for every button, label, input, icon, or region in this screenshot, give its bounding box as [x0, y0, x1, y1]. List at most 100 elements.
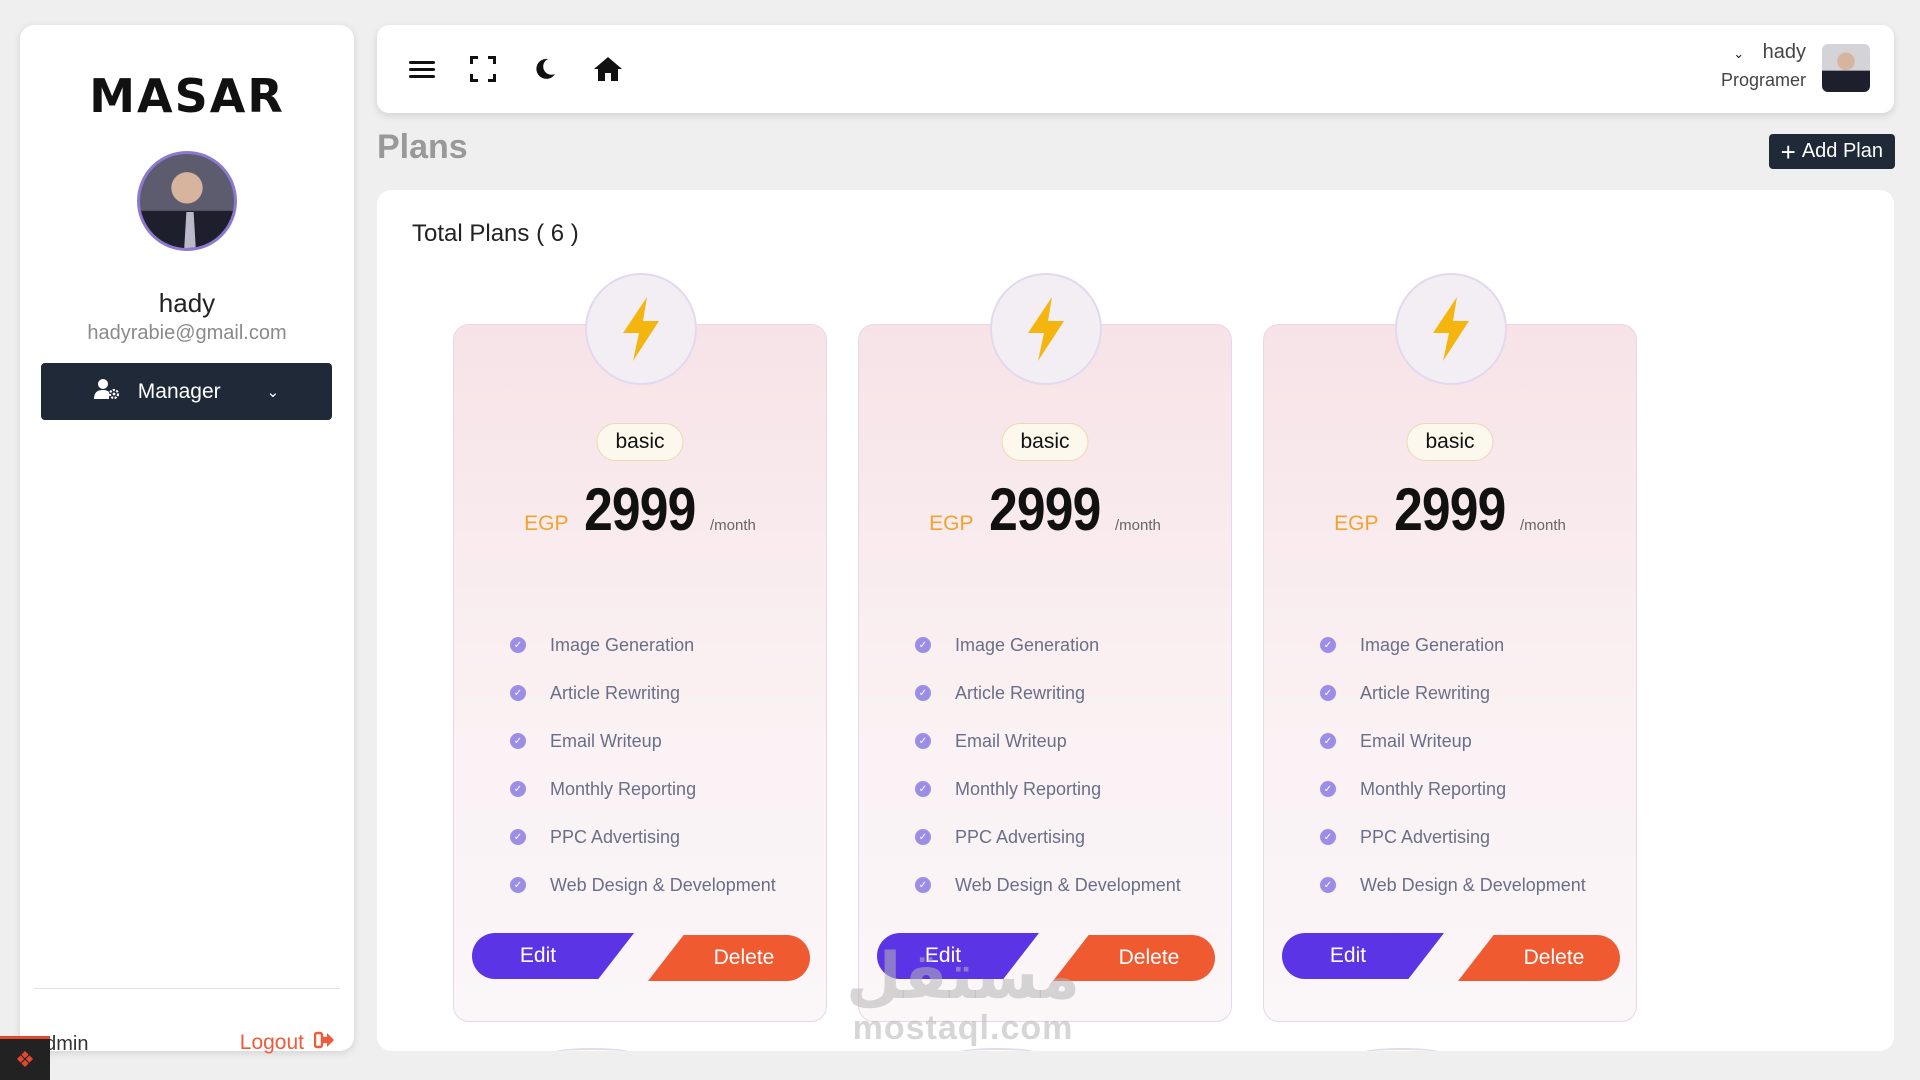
check-circle-icon: ✓: [915, 733, 931, 749]
check-circle-icon: ✓: [510, 877, 526, 893]
profile-email: hadyrabie@gmail.com: [87, 322, 287, 344]
plan-price: EGP 2999 /month: [859, 475, 1231, 544]
price-amount: 2999: [1393, 476, 1506, 543]
feature-item: ✓ Email Writeup: [915, 717, 1181, 765]
check-circle-icon: ✓: [915, 829, 931, 845]
feature-item: ✓ Image Generation: [915, 621, 1181, 669]
price-currency: EGP: [524, 512, 569, 535]
feature-item: ✓ Monthly Reporting: [915, 765, 1181, 813]
feature-label: Email Writeup: [1360, 730, 1472, 751]
delete-button[interactable]: Delete: [648, 935, 810, 981]
plan-name-badge: basic: [1406, 423, 1494, 461]
feature-item: ✓ Email Writeup: [1320, 717, 1586, 765]
next-card-hint: [957, 1048, 1037, 1051]
next-card-hint: [552, 1048, 632, 1051]
role-dropdown-label: Manager: [137, 379, 221, 403]
feature-label: Web Design & Development: [550, 874, 776, 895]
feature-list: ✓ Image Generation ✓ Article Rewriting ✓ Emai…: [1320, 621, 1586, 909]
plan-price: EGP 2999 /month: [1264, 475, 1636, 544]
feature-label: Image Generation: [550, 634, 695, 655]
plan-card: basic EGP 2999 /month ✓ Image Generation ✓…: [858, 273, 1232, 1022]
role-dropdown[interactable]: Manager ⌄: [41, 363, 332, 420]
feature-label: Web Design & Development: [955, 874, 1181, 895]
feature-item: ✓ Article Rewriting: [1320, 669, 1586, 717]
check-circle-icon: ✓: [915, 877, 931, 893]
feature-label: Monthly Reporting: [550, 778, 697, 799]
user-menu-role: Programer: [1720, 70, 1806, 90]
feature-item: ✓ Monthly Reporting: [510, 765, 776, 813]
check-circle-icon: ✓: [1320, 781, 1336, 797]
plan-cards: basic EGP 2999 /month ✓ Image Generation ✓…: [377, 190, 1894, 1051]
price-period: /month: [1114, 517, 1161, 534]
feature-item: ✓ Image Generation: [510, 621, 776, 669]
feature-item: ✓ Image Generation: [1320, 621, 1586, 669]
logout-icon: [313, 1031, 334, 1055]
plus-icon: +: [1780, 136, 1796, 167]
feature-label: Article Rewriting: [550, 682, 681, 703]
feature-list: ✓ Image Generation ✓ Article Rewriting ✓ Emai…: [915, 621, 1181, 909]
price-currency: EGP: [929, 512, 974, 535]
lightning-icon: [585, 273, 697, 385]
next-card-hint: [1362, 1048, 1442, 1051]
check-circle-icon: ✓: [915, 637, 931, 653]
delete-button[interactable]: Delete: [1458, 935, 1620, 981]
feature-label: PPC Advertising: [550, 826, 681, 847]
chevron-down-icon: ⌄: [1733, 46, 1745, 61]
add-plan-button[interactable]: + Add Plan: [1768, 134, 1895, 169]
check-circle-icon: ✓: [1320, 829, 1336, 845]
fullscreen-icon[interactable]: [465, 51, 501, 87]
feature-label: Email Writeup: [955, 730, 1067, 751]
feature-label: PPC Advertising: [955, 826, 1086, 847]
feature-label: Article Rewriting: [955, 682, 1086, 703]
plan-name-badge: basic: [596, 423, 684, 461]
home-icon[interactable]: [590, 51, 626, 87]
check-circle-icon: ✓: [1320, 637, 1336, 653]
plan-price: EGP 2999 /month: [454, 475, 826, 544]
framework-logo-icon[interactable]: ❖: [0, 1036, 50, 1080]
lightning-icon: [1395, 273, 1507, 385]
user-menu[interactable]: ⌄ hady Programer: [1721, 41, 1806, 91]
feature-item: ✓ Email Writeup: [510, 717, 776, 765]
page-title: Plans: [377, 128, 468, 166]
check-circle-icon: ✓: [510, 781, 526, 797]
feature-label: Article Rewriting: [1360, 682, 1491, 703]
feature-item: ✓ Article Rewriting: [510, 669, 776, 717]
feature-item: ✓ PPC Advertising: [915, 813, 1181, 861]
feature-item: ✓ Article Rewriting: [915, 669, 1181, 717]
moon-icon[interactable]: [527, 51, 563, 87]
avatar[interactable]: [1822, 44, 1870, 92]
delete-button[interactable]: Delete: [1053, 935, 1215, 981]
top-bar: ⌄ hady Programer: [377, 25, 1894, 113]
check-circle-icon: ✓: [510, 733, 526, 749]
check-circle-icon: ✓: [1320, 685, 1336, 701]
feature-label: PPC Advertising: [1360, 826, 1491, 847]
user-menu-name: hady: [1762, 41, 1806, 63]
edit-button[interactable]: Edit: [1282, 933, 1444, 979]
feature-label: Monthly Reporting: [955, 778, 1102, 799]
check-circle-icon: ✓: [915, 685, 931, 701]
check-circle-icon: ✓: [915, 781, 931, 797]
plan-card: basic EGP 2999 /month ✓ Image Generation ✓…: [453, 273, 827, 1022]
menu-icon[interactable]: [404, 51, 440, 87]
feature-item: ✓ PPC Advertising: [510, 813, 776, 861]
price-period: /month: [709, 517, 756, 534]
feature-label: Image Generation: [955, 634, 1100, 655]
logout-button[interactable]: Logout: [240, 1031, 334, 1055]
price-currency: EGP: [1334, 512, 1379, 535]
profile-avatar: [137, 151, 237, 251]
check-circle-icon: ✓: [510, 685, 526, 701]
user-gear-icon: [93, 378, 120, 406]
feature-item: ✓ Web Design & Development: [915, 861, 1181, 909]
feature-label: Web Design & Development: [1360, 874, 1586, 895]
feature-item: ✓ Web Design & Development: [510, 861, 776, 909]
feature-item: ✓ Monthly Reporting: [1320, 765, 1586, 813]
price-amount: 2999: [583, 476, 696, 543]
app-logo[interactable]: MASAR: [20, 69, 354, 123]
feature-list: ✓ Image Generation ✓ Article Rewriting ✓ Emai…: [510, 621, 776, 909]
profile-name: hady: [158, 288, 216, 318]
feature-item: ✓ PPC Advertising: [1320, 813, 1586, 861]
edit-button[interactable]: Edit: [472, 933, 634, 979]
check-circle-icon: ✓: [510, 829, 526, 845]
edit-button[interactable]: Edit: [877, 933, 1039, 979]
logout-label: Logout: [239, 1031, 304, 1054]
